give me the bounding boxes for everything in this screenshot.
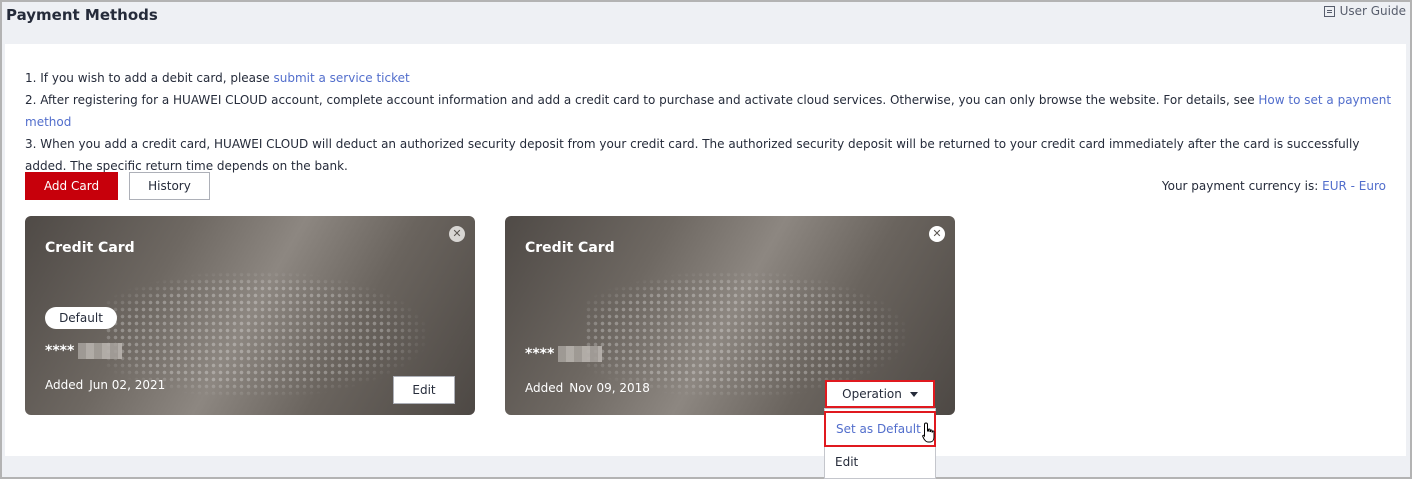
- currency-label: Your payment currency is:: [1161, 179, 1323, 193]
- caret-down-icon: [909, 391, 918, 397]
- added-date-value: Nov 09, 2018: [569, 381, 650, 395]
- card-number-redacted: [78, 343, 123, 359]
- hand-cursor-icon: [922, 422, 935, 443]
- close-icon[interactable]: ✕: [449, 226, 465, 242]
- currency-link[interactable]: EUR - Euro: [1322, 179, 1386, 193]
- card-added-date: Added Nov 09, 2018: [525, 381, 650, 395]
- card-title: Credit Card: [45, 240, 135, 256]
- card-number: ****: [525, 346, 603, 362]
- footer-strip: [5, 456, 1406, 477]
- added-label: Added: [45, 378, 84, 392]
- note-1: 1. If you wish to add a debit card, plea…: [25, 67, 1395, 89]
- edit-card-button[interactable]: Edit: [393, 376, 455, 404]
- user-guide-label: User Guide: [1339, 4, 1406, 18]
- note-2-text: 2. After registering for a HUAWEI CLOUD …: [25, 93, 1259, 107]
- note-3: 3. When you add a credit card, HUAWEI CL…: [25, 137, 1360, 173]
- card-number-mask: ****: [525, 346, 555, 362]
- card-number-mask: ****: [45, 343, 75, 359]
- instructions: 1. If you wish to add a debit card, plea…: [25, 67, 1395, 177]
- operation-label: Operation: [842, 387, 902, 401]
- operation-menu: Set as Default Edit: [824, 408, 936, 479]
- guide-icon: [1323, 5, 1335, 17]
- note-2: 2. After registering for a HUAWEI CLOUD …: [25, 89, 1395, 133]
- added-label: Added: [525, 381, 564, 395]
- card-added-date: Added Jun 02, 2021: [45, 378, 165, 392]
- user-guide-link[interactable]: User Guide: [1323, 4, 1406, 18]
- page-header: Payment Methods User Guide: [2, 2, 1410, 44]
- close-icon[interactable]: ✕: [929, 226, 945, 242]
- note-1-text: 1. If you wish to add a debit card, plea…: [25, 71, 274, 85]
- operation-dropdown[interactable]: Operation: [825, 380, 935, 408]
- default-badge: Default: [45, 307, 117, 329]
- history-button[interactable]: History: [129, 172, 210, 200]
- card-number-redacted: [558, 346, 603, 362]
- page-title: Payment Methods: [6, 6, 158, 24]
- edit-option[interactable]: Edit: [825, 447, 935, 477]
- card-number: ****: [45, 343, 123, 359]
- credit-card-default: Credit Card ✕ Default **** Added Jun 02,…: [25, 216, 475, 415]
- card-title: Credit Card: [525, 240, 615, 256]
- add-card-button[interactable]: Add Card: [25, 172, 118, 200]
- payment-methods-panel: 1. If you wish to add a debit card, plea…: [5, 44, 1406, 456]
- submit-ticket-link[interactable]: submit a service ticket: [273, 71, 409, 85]
- added-date-value: Jun 02, 2021: [89, 378, 166, 392]
- set-as-default-option[interactable]: Set as Default: [824, 411, 936, 447]
- payment-currency: Your payment currency is: EUR - Euro: [1162, 179, 1386, 193]
